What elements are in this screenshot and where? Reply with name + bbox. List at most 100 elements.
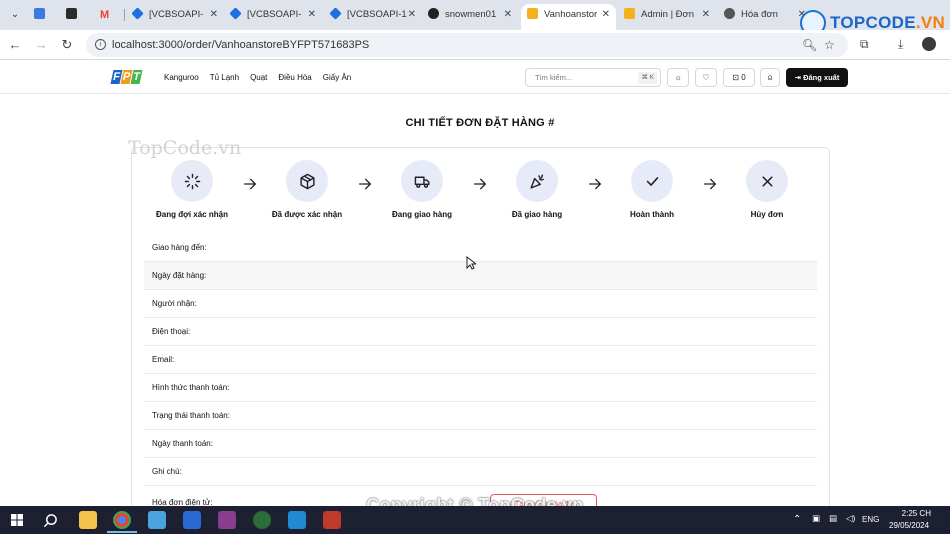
hs-app-icon[interactable] <box>253 511 271 529</box>
nav-quat[interactable]: Quạt <box>250 73 267 82</box>
file-explorer-icon[interactable] <box>79 511 97 529</box>
network-icon[interactable]: ▤ <box>829 513 837 524</box>
field-shipping-address: Giao hàng đến: <box>144 234 817 262</box>
step-pending-circle <box>171 160 213 202</box>
field-payment-date: Ngày thanh toán: <box>144 430 817 458</box>
chrome-icon[interactable] <box>113 511 131 529</box>
bookmark-star-icon[interactable]: ☆ <box>824 39 835 51</box>
windows-taskbar: ⌃ ▣ ▤ ◁) ENG 2:25 CH 29/05/2024 <box>0 506 950 534</box>
wishlist-heart-icon[interactable]: ♡ <box>695 68 717 87</box>
step-shipping-circle <box>401 160 443 202</box>
tab-2[interactable] <box>66 4 90 26</box>
theme-toggle-sun-icon[interactable]: ☼ <box>667 68 689 87</box>
tab-vcbsoapi-1[interactable]: [VCBSOAPI- ✕ <box>132 4 220 26</box>
search-shortcut: ⌘ K <box>638 72 657 84</box>
step-completed-circle <box>631 160 673 202</box>
page-title: CHI TIẾT ĐƠN ĐẶT HÀNG # <box>405 117 555 129</box>
step-cancelled: Hủy đơn <box>712 160 822 219</box>
loader-icon <box>184 173 200 189</box>
jira-icon <box>330 7 342 20</box>
browser-tab-strip: ⌄ M [VCBSOAPI- ✕ [VCBSOAPI- ✕ [VCBSOAPI-1 ✕… <box>0 0 950 36</box>
field-payment-method: Hình thức thanh toán: <box>144 374 817 402</box>
main-nav: Kanguroo Tủ Lạnh Quạt Điều Hòa Giấy Ăn <box>164 61 351 94</box>
clock-date[interactable]: 29/05/2024 <box>889 521 929 530</box>
step-delivered-circle <box>516 160 558 202</box>
step-pending: Đang đợi xác nhận <box>137 160 247 219</box>
tab-close-icon[interactable]: ✕ <box>702 4 710 26</box>
mouse-cursor-icon <box>466 256 476 270</box>
tray-chevron-up-icon[interactable]: ⌃ <box>793 514 801 525</box>
search-input[interactable] <box>535 73 635 82</box>
tab-hoa-don[interactable]: Hóa đơn✕ <box>724 4 808 26</box>
cart-count: 0 <box>741 73 746 82</box>
topcode-watermark-text: TopCode.vn <box>128 137 242 159</box>
extensions-icon[interactable]: ⧉ <box>860 38 869 50</box>
jira-icon <box>230 7 242 20</box>
nav-tu-lanh[interactable]: Tủ Lạnh <box>210 73 239 82</box>
forward-icon[interactable]: → <box>32 36 50 54</box>
active-app-indicator <box>107 531 137 533</box>
download-icon[interactable]: ⤓ <box>898 38 903 50</box>
github-icon <box>428 8 439 19</box>
windows-start-icon[interactable] <box>11 514 23 526</box>
field-recipient: Người nhận: <box>144 290 817 318</box>
tab-gmail[interactable]: M <box>100 4 122 26</box>
store-favicon-icon <box>527 8 538 19</box>
language-indicator[interactable]: ENG <box>862 515 879 524</box>
package-icon <box>299 173 315 189</box>
volume-icon[interactable]: ◁) <box>846 513 855 524</box>
jira-icon <box>132 7 144 20</box>
tab-admin[interactable]: Admin | Đơn ✕ <box>624 4 712 26</box>
url-text[interactable]: localhost:3000/order/VanhoanstoreBYFPT57… <box>112 33 369 57</box>
user-icon[interactable]: ⍝ <box>760 68 780 87</box>
field-order-date: Ngày đặt hàng: <box>144 262 817 290</box>
browser-toolbar: ← → ↻ i localhost:3000/order/Vanhoanstor… <box>0 30 950 60</box>
tab-1[interactable] <box>34 4 58 26</box>
step-confirmed-circle <box>286 160 328 202</box>
tab-close-icon[interactable]: ✕ <box>210 4 218 26</box>
tab-close-icon[interactable]: ✕ <box>308 4 316 26</box>
step-cancelled-circle <box>746 160 788 202</box>
step-shipping: Đang giao hàng <box>367 160 477 219</box>
photos-icon[interactable] <box>148 511 166 529</box>
tab-separator <box>124 9 125 21</box>
clock-time[interactable]: 2:25 CH <box>893 509 931 518</box>
party-popper-icon <box>529 173 544 189</box>
mail-icon[interactable] <box>183 511 201 529</box>
tab-github[interactable]: snowmen01 ✕ <box>428 4 514 26</box>
gmail-icon: M <box>100 9 110 21</box>
profile-avatar[interactable] <box>922 37 936 51</box>
address-bar[interactable]: i localhost:3000/order/VanhoanstoreBYFPT… <box>86 33 848 57</box>
tab-search-icon[interactable]: ⌄ <box>6 6 24 24</box>
search-icon[interactable] <box>43 513 58 528</box>
check-icon <box>646 176 658 186</box>
step-delivered: Đã giao hàng <box>482 160 592 219</box>
tray-app-icon[interactable]: ▣ <box>812 513 820 524</box>
tab-favicon-icon <box>66 8 77 19</box>
globe-icon <box>724 8 735 19</box>
tab-close-icon[interactable]: ✕ <box>504 4 512 26</box>
fpt-logo[interactable]: F P T <box>110 70 143 86</box>
field-email: Email: <box>144 346 817 374</box>
vscode-icon[interactable] <box>288 511 306 529</box>
nav-dieu-hoa[interactable]: Điều Hòa <box>278 73 311 82</box>
recorder-icon[interactable] <box>323 511 341 529</box>
tab-close-icon[interactable]: ✕ <box>602 4 610 26</box>
tab-vanhoanstore-active[interactable]: Vanhoanstor ✕ <box>521 4 616 30</box>
tab-vcbsoapi-3[interactable]: [VCBSOAPI-1 ✕ <box>330 4 418 26</box>
zoom-icon[interactable]: 🔍︎ <box>802 39 817 51</box>
tab-vcbsoapi-2[interactable]: [VCBSOAPI- ✕ <box>230 4 318 26</box>
search-box[interactable]: ⌘ K <box>525 68 661 87</box>
reload-icon[interactable]: ↻ <box>58 36 76 54</box>
nav-giay-an[interactable]: Giấy Ăn <box>323 73 351 82</box>
cart-button[interactable]: ⊡ 0 <box>723 68 755 87</box>
store-favicon-icon <box>624 8 635 19</box>
back-icon[interactable]: ← <box>6 36 24 54</box>
site-info-icon[interactable]: i <box>95 39 106 50</box>
truck-icon <box>414 176 430 188</box>
field-phone: Điện thoại: <box>144 318 817 346</box>
logout-button[interactable]: ⇥ Đăng xuất <box>786 68 848 87</box>
tab-close-icon[interactable]: ✕ <box>408 4 416 26</box>
nav-kanguroo[interactable]: Kanguroo <box>164 73 199 82</box>
app-icon[interactable] <box>218 511 236 529</box>
